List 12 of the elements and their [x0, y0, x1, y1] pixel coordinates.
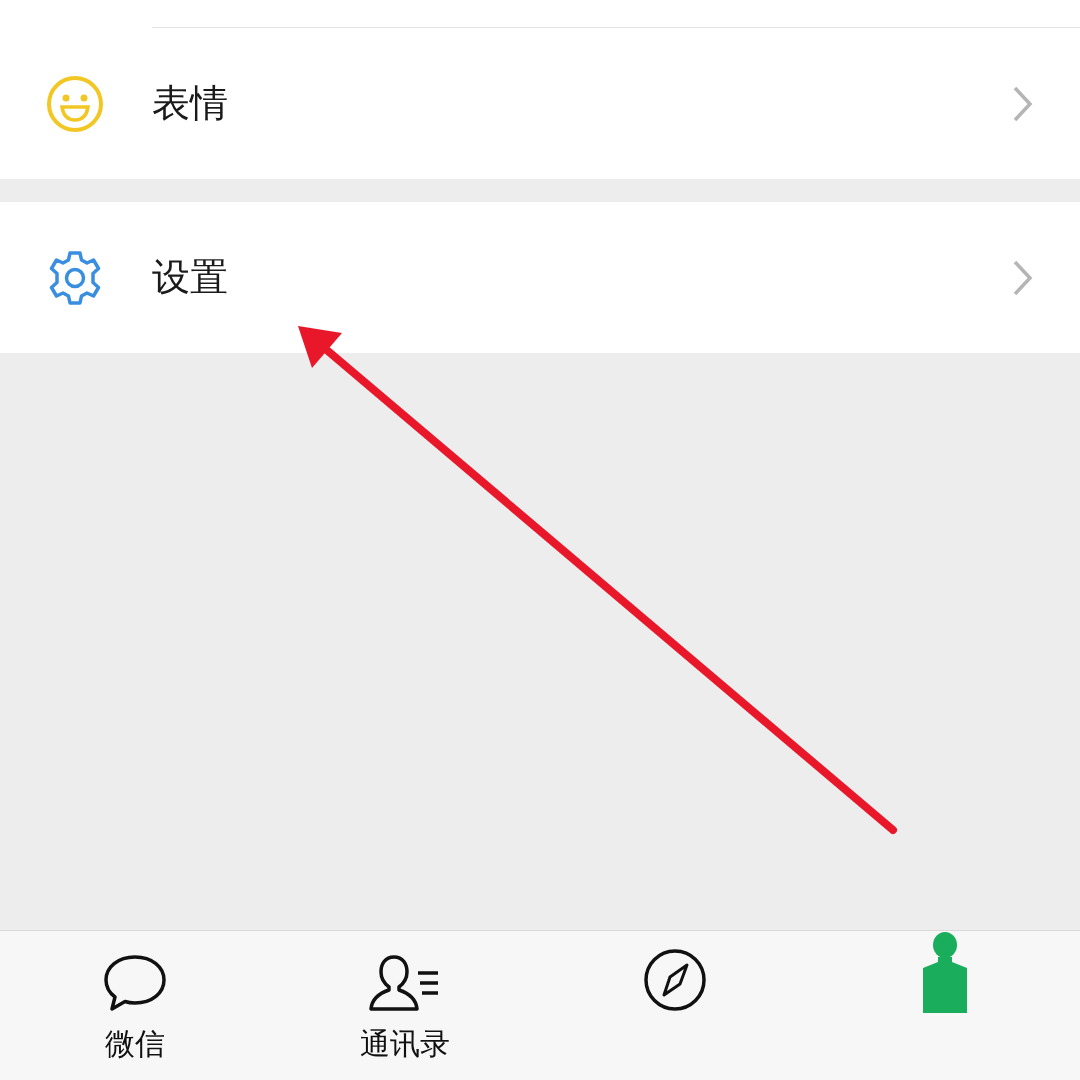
tab[interactable]: 微信: [0, 931, 270, 1080]
tab-label: 微信: [105, 1025, 165, 1063]
tab[interactable]: 通讯录: [270, 931, 540, 1080]
compass-icon: [642, 947, 708, 1013]
chat-bubble-icon: [102, 953, 168, 1013]
chevron-icon: [1012, 258, 1034, 297]
tab-label: 通讯录: [360, 1025, 450, 1063]
menu-label: 表情: [152, 80, 229, 127]
person-icon: [921, 931, 969, 1013]
smiley-icon: [46, 74, 104, 133]
menu-label: 设置: [152, 254, 229, 301]
chevron-icon: [1012, 84, 1034, 123]
